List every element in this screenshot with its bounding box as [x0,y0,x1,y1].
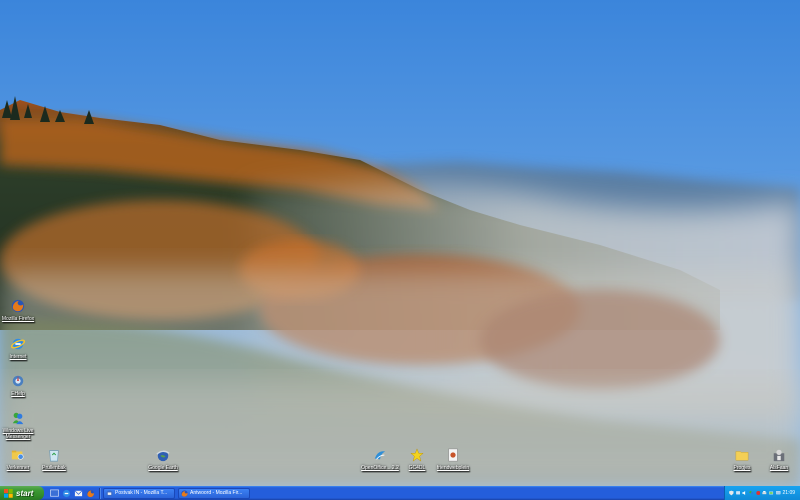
desktop-icon-label: AlsFaan [769,465,789,471]
start-button[interactable]: start [0,486,44,500]
desktop-icon-label: Verkenner [6,465,30,471]
openoffice-icon [372,447,388,463]
star-icon [409,447,425,463]
desktop-icon-label: EHelp [11,391,25,397]
firefox-icon [10,298,26,314]
windows-logo-icon [4,488,13,498]
desktop-icon-alsfaan[interactable]: AlsFaan [756,447,800,471]
internet-explorer-icon [10,336,26,352]
desktop-icon-label: Windows Live Messenger [2,428,34,440]
desktop-icon-google-earth[interactable]: Google Earth [140,447,186,471]
messenger-icon [10,410,26,426]
ie-icon[interactable] [62,489,71,498]
printer-icon[interactable] [762,490,767,496]
desktop-icon-ehelp[interactable]: EHelp [0,373,41,397]
desktop-icon-label: friendwebplein [436,465,470,471]
quick-launch [50,489,95,498]
desktop-icon-label: Prullenbak [42,465,66,471]
taskbar-button-firefox[interactable]: Antwoord - Mozilla Fir... [178,487,250,499]
desktop-icon-label: Internet [9,354,27,360]
ehelp-icon [10,373,26,389]
firefox-icon[interactable] [86,489,95,498]
user-icon [771,447,787,463]
folder-icon [734,447,750,463]
network-icon[interactable] [735,490,741,496]
start-label: start [16,488,34,498]
taskbar: start Postvak IN - Mozilla T... Antwoord… [0,486,800,500]
security-icon[interactable] [756,490,761,496]
desktop-icon-label: Progjes [733,465,751,471]
desktop-icon-friendwebplein[interactable]: friendwebplein [430,447,476,471]
show-desktop-icon[interactable] [50,489,59,498]
task-label: Antwoord - Mozilla Fir... [190,490,243,496]
clock[interactable]: 21:09 [783,490,796,496]
firefox-icon [181,489,188,497]
battery-icon[interactable] [769,490,774,496]
explorer-icon [10,447,26,463]
desktop-icon-messenger[interactable]: Windows Live Messenger [0,410,41,440]
taskbar-button-thunderbird[interactable]: Postvak IN - Mozilla T... [103,487,175,499]
system-tray: 21:09 [724,486,800,500]
google-earth-icon [155,447,171,463]
task-label: Postvak IN - Mozilla T... [115,490,168,496]
desktop-icon-label: GC4DL [408,465,426,471]
desktop-wallpaper [0,0,800,486]
thunderbird-icon [106,489,113,497]
recycle-bin-icon [46,447,62,463]
document-icon [445,447,461,463]
desktop-icon-prullenbak[interactable]: Prullenbak [31,447,77,471]
desktop-icon-firefox[interactable]: Mozilla Firefox [0,298,41,322]
desktop-icon-internet[interactable]: Internet [0,336,41,360]
outlook-icon[interactable] [74,489,83,498]
desktop-icon-label: Google Earth [148,465,178,471]
volume-icon[interactable] [742,490,747,496]
msn-icon[interactable] [749,490,754,496]
desktop-icon-label: Mozilla Firefox [1,316,35,322]
display-icon[interactable] [776,490,781,496]
shield-icon[interactable] [729,490,734,496]
taskbar-separator [99,487,100,499]
